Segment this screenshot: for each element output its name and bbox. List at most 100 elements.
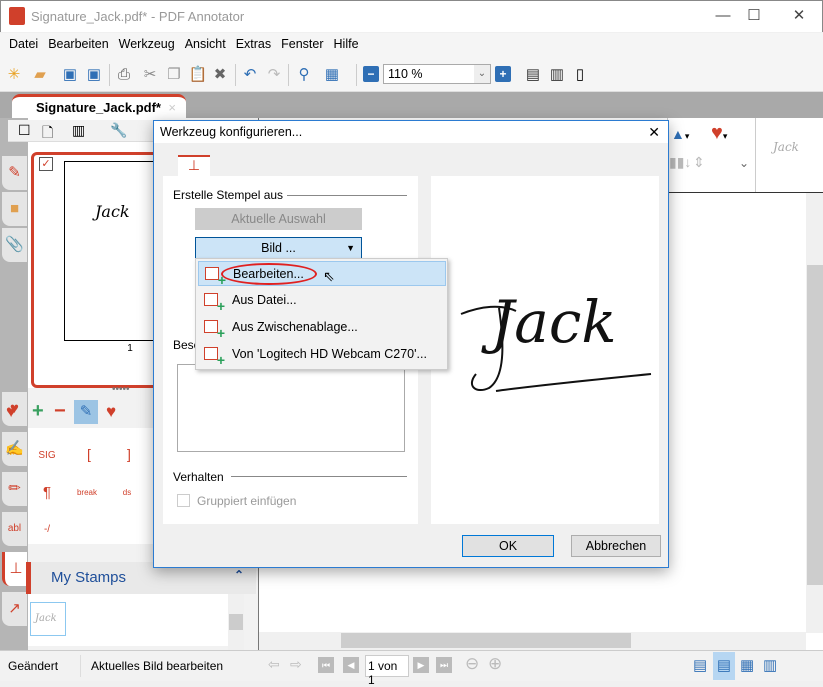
create-stamp-group-label: Erstelle Stempel aus bbox=[173, 188, 284, 202]
stamp-scrollbar[interactable] bbox=[228, 594, 244, 650]
separator bbox=[235, 64, 236, 86]
stamp-icon[interactable]: ⊥ bbox=[2, 552, 27, 586]
horizontal-scrollbar[interactable] bbox=[259, 632, 806, 650]
description-textarea[interactable] bbox=[177, 364, 405, 452]
stamp-item[interactable]: ds bbox=[112, 488, 142, 497]
remove-icon[interactable]: − bbox=[54, 400, 66, 423]
stamp-item[interactable]: [ bbox=[74, 446, 104, 462]
save-as-icon[interactable]: ▣ bbox=[84, 65, 104, 85]
highlighter-icon[interactable]: ✏ bbox=[2, 472, 27, 506]
splitter-handle[interactable]: ••••• bbox=[112, 384, 130, 395]
image-stamp-icon[interactable]: ▲▾ bbox=[671, 126, 689, 142]
my-stamp-jack[interactable]: Jack bbox=[30, 602, 66, 636]
chevron-up-icon[interactable]: ⌃ bbox=[234, 568, 244, 582]
attachment-icon[interactable]: 📎 bbox=[2, 228, 27, 262]
heart-favorite-icon[interactable]: ♥ bbox=[106, 402, 116, 422]
dropdown-arrow-icon: ▼ bbox=[346, 243, 355, 253]
dropdown-label: Bild ... bbox=[261, 241, 296, 255]
edit-pencil-icon[interactable]: ✎ bbox=[74, 400, 98, 424]
vertical-scrollbar[interactable] bbox=[806, 193, 823, 633]
heart-icon[interactable]: ♥ bbox=[6, 402, 16, 422]
maximize-button[interactable]: ☐ bbox=[739, 5, 769, 27]
stamp-tab-icon[interactable]: ⊥ bbox=[178, 155, 210, 177]
minimize-button[interactable]: — bbox=[708, 5, 738, 27]
tab-signature-jack[interactable]: Signature_Jack.pdf* × bbox=[12, 94, 186, 119]
bookmark-icon[interactable]: ■ bbox=[2, 192, 27, 226]
cancel-button[interactable]: Abbrechen bbox=[571, 535, 661, 557]
two-page-continuous-icon[interactable]: ▥ bbox=[763, 656, 777, 674]
add-icon[interactable]: + bbox=[32, 400, 44, 423]
print-icon[interactable]: ⎙ bbox=[114, 65, 134, 85]
stamp-item[interactable]: SIG bbox=[32, 450, 62, 461]
last-page-button[interactable]: ⏭ bbox=[436, 657, 452, 673]
image-dropdown-button[interactable]: Bild ... ▼ bbox=[195, 237, 362, 259]
dialog-close-icon[interactable]: ✕ bbox=[648, 124, 660, 141]
book-icon[interactable]: ▥ bbox=[72, 122, 85, 139]
favorites-pen-icon[interactable]: ✎ bbox=[2, 156, 27, 190]
menu-item-from-file[interactable]: Aus Datei... bbox=[198, 288, 446, 314]
menu-hilfe[interactable]: Hilfe bbox=[329, 33, 364, 58]
delete-icon[interactable]: ✖ bbox=[210, 65, 230, 85]
stamp-item[interactable]: ] bbox=[114, 446, 144, 462]
close-button[interactable]: ✕ bbox=[784, 5, 814, 27]
image-add-icon bbox=[205, 267, 226, 288]
wrench-icon[interactable]: 🔧 bbox=[110, 122, 127, 139]
new-document-icon[interactable]: ✳ bbox=[4, 65, 24, 85]
chevron-down-icon[interactable]: ⌄ bbox=[739, 156, 749, 170]
menu-item-from-webcam[interactable]: Von 'Logitech HD Webcam C270'... bbox=[198, 342, 446, 368]
undo-icon[interactable]: ↶ bbox=[240, 65, 260, 85]
continuous-view-icon[interactable]: ▤ bbox=[713, 652, 735, 680]
find-binoculars-icon[interactable]: ⚲ bbox=[294, 65, 314, 85]
paste-icon[interactable]: 📋 bbox=[188, 65, 208, 85]
app-logo-icon bbox=[9, 7, 25, 25]
menu-bearbeiten[interactable]: Bearbeiten bbox=[43, 33, 113, 58]
separator bbox=[356, 64, 357, 86]
tab-close-icon[interactable]: × bbox=[168, 100, 176, 115]
menu-fenster[interactable]: Fenster bbox=[276, 33, 328, 58]
menu-item-edit[interactable]: Bearbeiten... ⇖ bbox=[198, 261, 446, 288]
behavior-group-label: Verhalten bbox=[173, 470, 224, 484]
single-page-view-icon[interactable]: ▤ bbox=[693, 656, 707, 674]
menu-item-from-clipboard[interactable]: Aus Zwischenablage... bbox=[198, 315, 446, 341]
fit-page-icon[interactable]: ▤ bbox=[523, 65, 543, 85]
first-page-button[interactable]: ⏮ bbox=[318, 657, 334, 673]
heart-dropdown-icon[interactable]: ♥▾ bbox=[711, 122, 727, 145]
current-selection-button: Aktuelle Auswahl bbox=[195, 208, 362, 230]
fit-width-icon[interactable]: ▥ bbox=[547, 65, 567, 85]
forward-page-icon: ⇨ bbox=[290, 656, 302, 672]
menu-werkzeug[interactable]: Werkzeug bbox=[114, 33, 180, 58]
open-folder-icon[interactable]: ▰ bbox=[30, 65, 50, 85]
prev-page-button[interactable]: ◀ bbox=[343, 657, 359, 673]
ok-button[interactable]: OK bbox=[462, 535, 554, 557]
history-back-icon: ⊖ bbox=[465, 654, 480, 673]
separator bbox=[109, 64, 110, 86]
redo-icon[interactable]: ↷ bbox=[264, 65, 284, 85]
copy-icon[interactable]: ❐ bbox=[164, 65, 184, 85]
chevron-down-icon[interactable]: ⌄ bbox=[474, 65, 490, 83]
stamp-item[interactable]: ¶ bbox=[32, 484, 62, 501]
checkbox-icon[interactable]: ☐ bbox=[18, 122, 31, 139]
next-page-button[interactable]: ▶ bbox=[413, 657, 429, 673]
save-icon[interactable]: ▣ bbox=[60, 65, 80, 85]
arrow-icon[interactable]: ↗ bbox=[2, 592, 27, 626]
stamp-item[interactable]: break bbox=[72, 488, 102, 497]
grouped-checkbox-label: Gruppiert einfügen bbox=[197, 494, 297, 508]
zoom-out-button[interactable]: − bbox=[363, 66, 379, 82]
stamp-item[interactable]: -/ bbox=[32, 524, 62, 535]
menu-ansicht[interactable]: Ansicht bbox=[180, 33, 231, 58]
status-modified: Geändert bbox=[8, 659, 59, 673]
text-field-icon[interactable]: abl bbox=[2, 512, 27, 546]
vertical-tab-strip: ✎ ■ 📎 ♥ ✍ ✏ abl ⊥ ↗ bbox=[0, 118, 28, 650]
thumbnail-checkbox[interactable]: ✓ bbox=[39, 157, 53, 171]
zoom-in-button[interactable]: + bbox=[495, 66, 511, 82]
grid-icon[interactable]: ▦ bbox=[322, 65, 342, 85]
menu-datei[interactable]: Datei bbox=[4, 33, 43, 58]
two-page-view-icon[interactable]: ▦ bbox=[740, 656, 754, 674]
page-input[interactable]: 1 von 1 bbox=[365, 655, 409, 687]
menu-item-label: Von 'Logitech HD Webcam C270'... bbox=[232, 347, 427, 361]
fullscreen-icon[interactable]: ▯ bbox=[570, 65, 590, 85]
pen-icon[interactable]: ✍ bbox=[2, 432, 27, 466]
cut-icon[interactable]: ✂ bbox=[140, 65, 160, 85]
page-icon[interactable]: 🗋 bbox=[42, 122, 53, 146]
menu-extras[interactable]: Extras bbox=[231, 33, 276, 58]
